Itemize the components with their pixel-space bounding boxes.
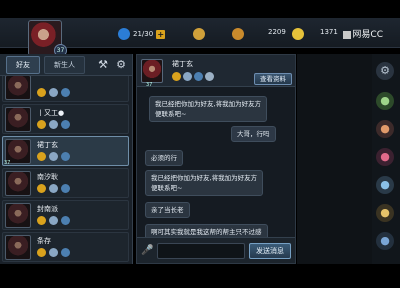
class-icon	[49, 184, 58, 193]
message-list: 我已经把你加为好友,将我加为好友方 便联系吧~ 大哥，行吗 必须的行 我已经把你…	[137, 88, 295, 238]
avatar	[5, 76, 31, 100]
message-bubble: 必须的行	[145, 150, 183, 166]
stamina-icon	[118, 28, 130, 40]
coin-counter	[193, 28, 208, 40]
class-icon	[49, 88, 58, 97]
class-icon	[49, 248, 58, 257]
gems-value: 1371	[320, 28, 338, 36]
send-message-button[interactable]: 发送消息	[249, 243, 291, 259]
menu-icon-3[interactable]: ●	[376, 148, 394, 166]
avatar	[5, 107, 31, 132]
message-input[interactable]	[157, 243, 245, 259]
gender-icon	[205, 72, 214, 81]
rank-icon	[37, 152, 46, 161]
friends-tabs: 好友 新生人	[0, 54, 132, 76]
rank-icon	[37, 120, 46, 129]
settings-icon[interactable]: ⚙	[115, 59, 127, 71]
status-icon	[61, 248, 70, 257]
friends-panel: 好友 新生人 ⚒ ⚙ 丨又工● 37 裙丁玄 南汐耿 封南派 条存	[0, 54, 133, 264]
avatar	[5, 235, 31, 260]
friend-name: 南汐耿	[37, 173, 58, 181]
list-item[interactable]: 丨又工●	[2, 104, 129, 134]
friend-badges	[37, 216, 70, 225]
message-bubble-self: 大哥，行吗	[231, 126, 276, 142]
list-item[interactable]	[2, 76, 129, 102]
add-stamina-button[interactable]: +	[156, 29, 166, 39]
menu-icon-1[interactable]: ●	[376, 92, 394, 110]
stamina-counter: 21/30 +	[118, 28, 166, 40]
gem-icon	[292, 28, 304, 40]
message-bubble: 亲了当长老	[145, 202, 190, 218]
brand-label: 网易CC	[343, 27, 383, 40]
top-resource-bar: 37 21/30 + 2209 1371 网易CC	[0, 18, 400, 57]
avatar	[5, 171, 31, 196]
rank-icon	[37, 184, 46, 193]
friend-badges	[37, 184, 70, 193]
message-bubble: 我已经把你加为好友,将我加为好友方 便联系吧~	[145, 170, 264, 196]
friend-badges	[37, 248, 70, 257]
chat-header: 37 裙丁玄 查看资料	[137, 55, 295, 88]
rank-icon	[37, 88, 46, 97]
right-sidebar: ⚙ ● ● ● ● ● ●	[372, 54, 400, 264]
list-item[interactable]: 条存	[2, 232, 129, 262]
message-bubble: 我已经把你加为好友,将我加为好友方 便联系吧~	[149, 96, 268, 122]
view-profile-button[interactable]: 查看资料	[254, 73, 292, 85]
rank-icon	[37, 216, 46, 225]
message-bubble: 啊可其实我就是我这帮的帮主只不过感	[145, 224, 268, 238]
coins-text	[232, 28, 247, 40]
friend-badges	[37, 152, 70, 161]
microphone-icon[interactable]: 🎤	[141, 244, 153, 258]
contact-name: 裙丁玄	[172, 60, 193, 68]
search-icon[interactable]: ⚒	[97, 59, 109, 71]
friend-badges	[37, 120, 70, 129]
class-icon	[49, 120, 58, 129]
status-icon	[61, 152, 70, 161]
friend-name: 条存	[37, 237, 51, 245]
tab-new-people[interactable]: 新生人	[44, 55, 85, 74]
friend-name: 丨又工●	[37, 109, 65, 117]
rank-icon	[172, 72, 181, 81]
status-icon	[194, 72, 203, 81]
chat-panel: 37 裙丁玄 查看资料 我已经把你加为好友,将我加为好友方 便联系吧~ 大哥，行…	[136, 54, 296, 264]
gem-counter	[292, 28, 307, 40]
menu-icon-2[interactable]: ●	[376, 120, 394, 138]
avatar: 37	[4, 139, 31, 166]
avatar	[5, 203, 31, 228]
brand-icon	[343, 30, 352, 39]
menu-icon-6[interactable]: ●	[376, 232, 394, 250]
contact-avatar[interactable]: 37	[141, 59, 163, 88]
friend-name: 封南派	[37, 205, 58, 213]
friend-badges	[37, 88, 70, 97]
gear-icon[interactable]: ⚙	[376, 62, 394, 80]
chat-input-bar: 🎤 发送消息	[137, 237, 295, 263]
status-icon	[61, 216, 70, 225]
list-item[interactable]: 封南派	[2, 200, 129, 230]
list-item[interactable]: 南汐耿	[2, 168, 129, 198]
status-icon	[61, 184, 70, 193]
menu-icon-4[interactable]: ●	[376, 176, 394, 194]
class-icon	[49, 216, 58, 225]
menu-icon-5[interactable]: ●	[376, 204, 394, 222]
background-area	[297, 54, 372, 264]
coin-icon	[193, 28, 205, 40]
player-avatar[interactable]: 37	[28, 20, 67, 57]
friend-name: 裙丁玄	[37, 141, 58, 149]
friend-list: 丨又工● 37 裙丁玄 南汐耿 封南派 条存	[0, 76, 132, 264]
rank-icon	[37, 248, 46, 257]
status-icon	[61, 88, 70, 97]
contact-badges	[172, 72, 214, 81]
class-icon	[49, 152, 58, 161]
class-icon	[183, 72, 192, 81]
gold-icon	[232, 28, 244, 40]
list-item[interactable]: 37 裙丁玄	[2, 136, 129, 166]
tab-friends[interactable]: 好友	[6, 55, 40, 74]
coins-value: 2209	[268, 28, 286, 36]
status-icon	[61, 120, 70, 129]
